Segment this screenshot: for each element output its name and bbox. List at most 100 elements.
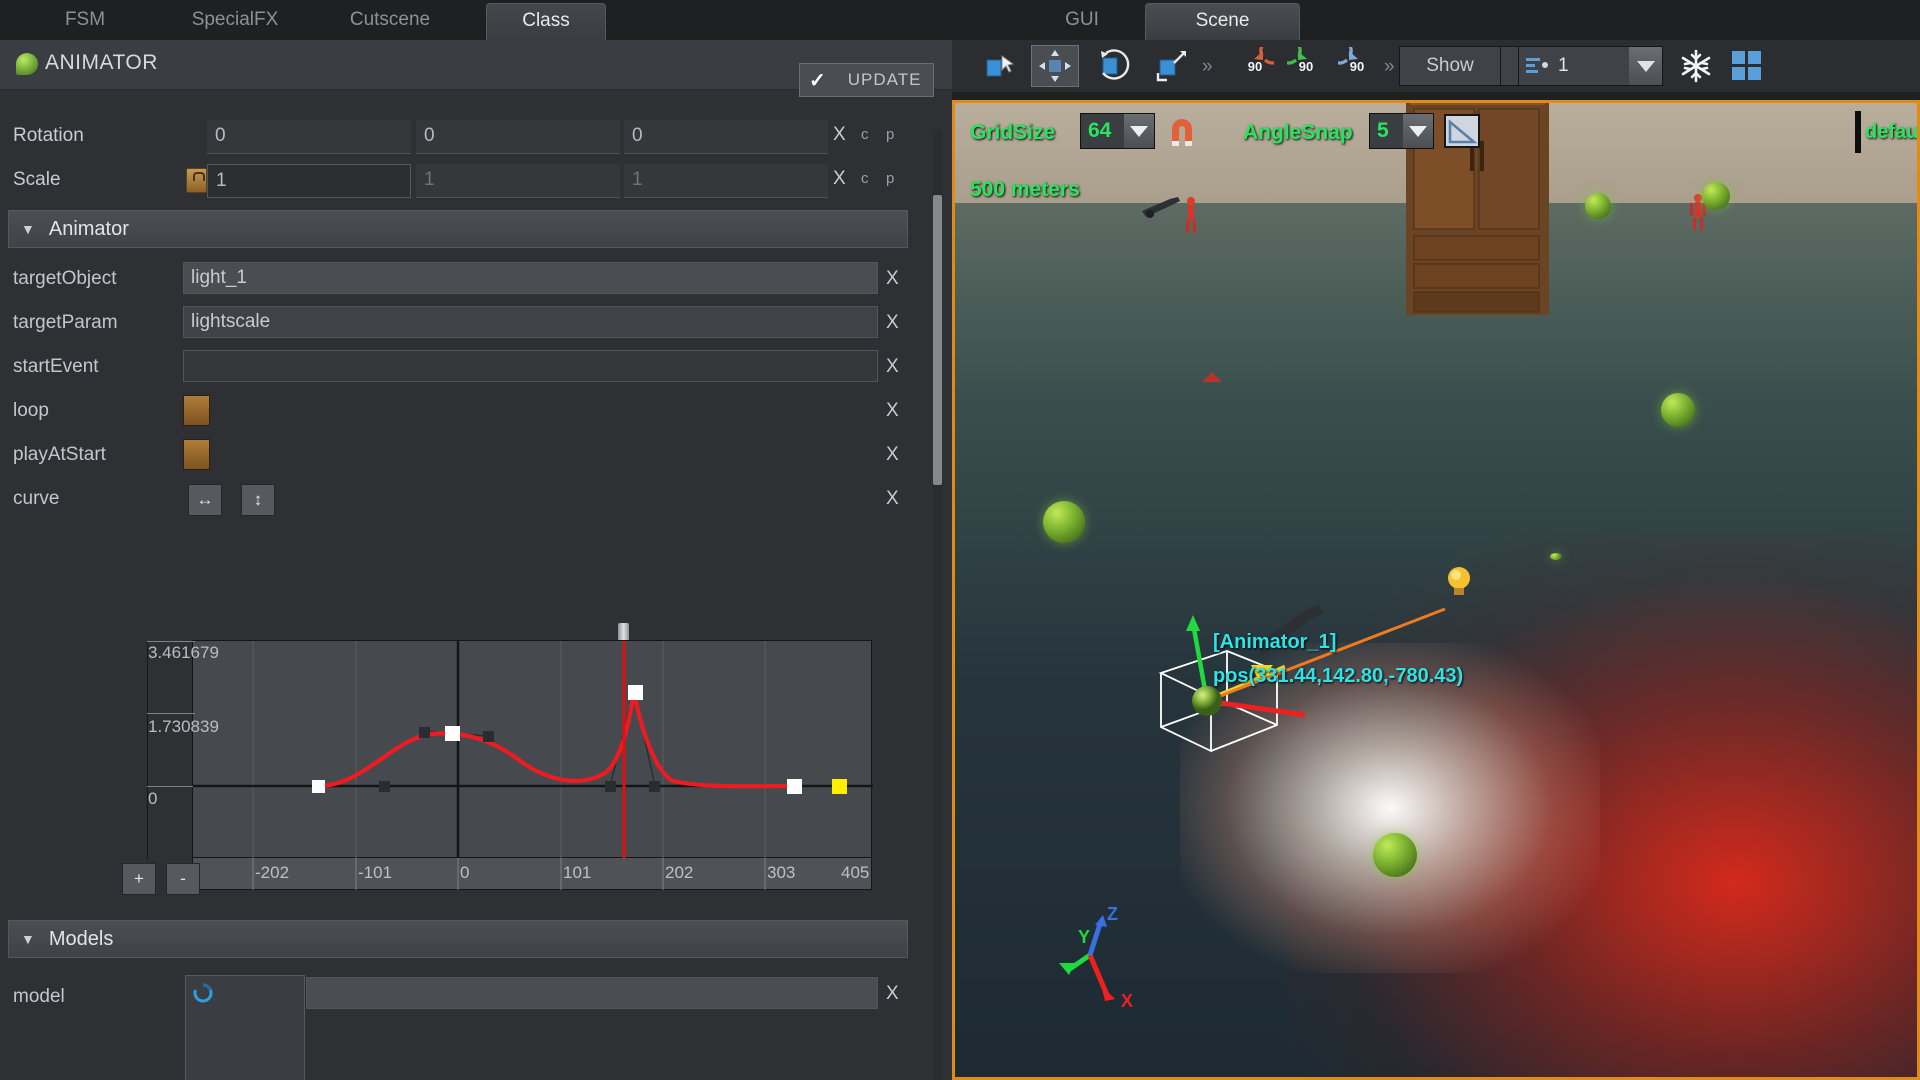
playatstart-clear-button[interactable]: X <box>886 444 899 466</box>
group-models-label: Models <box>48 927 114 950</box>
row-model-label: model <box>13 986 65 1007</box>
targetparam-clear-button[interactable]: X <box>886 312 899 334</box>
chevron-down-icon[interactable] <box>1403 114 1433 148</box>
curve-clear-button[interactable]: X <box>886 488 899 510</box>
magnet-icon[interactable] <box>1167 115 1197 147</box>
rotation-x-input[interactable]: 0 <box>207 120 411 154</box>
anglesnap-combo[interactable]: 5 <box>1369 113 1434 149</box>
chevron-down-icon: ▼ <box>21 221 35 237</box>
gridsize-label: GridSize <box>970 121 1056 144</box>
row-rotation-label: Rotation <box>13 125 84 146</box>
row-playatstart-label: playAtStart <box>13 444 106 465</box>
scale-y-input[interactable]: 1 <box>416 164 620 198</box>
grid-view-button[interactable] <box>1726 45 1768 87</box>
layers-icon <box>1526 58 1548 73</box>
row-scale: Scale 1 1 1 X c p <box>0 159 920 203</box>
sphere-object[interactable] <box>1373 833 1417 877</box>
model-input[interactable] <box>306 977 878 1009</box>
update-button[interactable]: ✓ UPDATE <box>799 63 934 97</box>
row-loop: loop X <box>0 389 920 433</box>
chevron-right-icon-1[interactable]: » <box>1202 56 1213 78</box>
layer-value: 1 <box>1558 55 1569 76</box>
gridsize-combo[interactable]: 64 <box>1080 113 1155 149</box>
group-header-models[interactable]: ▼ Models <box>8 920 908 958</box>
curve-editor[interactable]: 3.461679 1.730839 0 -202 -101 0 101 202 … <box>122 623 873 895</box>
chevron-down-icon[interactable] <box>1629 47 1662 85</box>
sphere-object[interactable] <box>1702 182 1730 210</box>
y-gridline-zero <box>147 786 195 787</box>
fit-horizontal-button[interactable]: ↔ <box>188 484 222 516</box>
show-button[interactable]: Show <box>1399 46 1501 86</box>
model-clear-button[interactable]: X <box>886 983 899 1005</box>
tab-cutscene[interactable]: Cutscene <box>320 3 460 40</box>
arrows-vertical-icon: ↕ <box>253 490 263 509</box>
scale-z-input[interactable]: 1 <box>624 164 828 198</box>
sphere-object[interactable] <box>1661 393 1695 427</box>
scene-viewport[interactable]: [Animator_1] pos(331.44,142.80,-780.43) … <box>952 100 1920 1080</box>
select-tool[interactable] <box>977 45 1021 87</box>
x-tick-label-1: -101 <box>358 863 393 882</box>
weapon-prop-2 <box>1200 370 1224 386</box>
row-playatstart: playAtStart X <box>0 433 920 477</box>
tab-specialfx[interactable]: SpecialFX <box>165 3 305 40</box>
group-header-animator[interactable]: ▼ Animator <box>8 210 908 248</box>
playatstart-checkbox[interactable] <box>183 439 210 470</box>
snowflake-icon <box>1681 49 1711 83</box>
scale-x-input[interactable]: 1 <box>207 164 411 198</box>
curve-graph <box>193 641 873 859</box>
angle-icon[interactable] <box>1444 114 1480 148</box>
tab-fsm[interactable]: FSM <box>30 3 140 40</box>
fit-vertical-button[interactable]: ↕ <box>241 484 275 516</box>
tab-scene[interactable]: Scene <box>1145 3 1300 40</box>
sphere-object[interactable] <box>1585 193 1611 219</box>
targetparam-input[interactable]: lightscale <box>183 306 878 338</box>
chevron-right-icon-2[interactable]: » <box>1384 56 1395 78</box>
tab-gui[interactable]: GUI <box>1027 3 1137 40</box>
selected-object-name: [Animator_1] <box>1213 631 1337 653</box>
rotation-paste-button[interactable]: p <box>886 126 894 143</box>
model-thumbnail[interactable] <box>185 975 305 1080</box>
camera-name-label: defaultC <box>1865 121 1919 143</box>
rotation-z-input[interactable]: 0 <box>624 120 828 154</box>
anglesnap-value: 5 <box>1377 119 1389 142</box>
rotation-copy-button[interactable]: c <box>861 126 869 143</box>
loop-checkbox[interactable] <box>183 395 210 426</box>
rotate-tool[interactable] <box>1089 45 1137 87</box>
curve-zoom-in-button[interactable]: + <box>122 863 156 895</box>
lock-icon[interactable] <box>186 168 207 193</box>
move-tool[interactable] <box>1031 45 1079 87</box>
x-tick-label-0: -202 <box>255 863 290 882</box>
rotate-x-90-button[interactable]: 90 <box>1233 45 1277 87</box>
sphere-object[interactable] <box>1043 501 1085 543</box>
row-curve: curve ↔ ↕ X <box>0 477 920 521</box>
rotate-y-90-button[interactable]: 90 <box>1284 45 1328 87</box>
curve-plot-area[interactable]: 3.461679 1.730839 0 <box>147 640 873 859</box>
row-targetobject-label: targetObject <box>13 268 117 289</box>
scale-paste-button[interactable]: p <box>886 170 894 187</box>
targetobject-input[interactable]: light_1 <box>183 262 878 294</box>
freeze-button[interactable] <box>1675 45 1717 87</box>
loop-clear-button[interactable]: X <box>886 400 899 422</box>
row-targetobject: targetObject light_1 X <box>0 257 920 301</box>
scale-tool[interactable] <box>1147 45 1195 87</box>
targetobject-clear-button[interactable]: X <box>886 268 899 290</box>
right-tab-strip: GUI Scene <box>952 0 1920 40</box>
tab-class[interactable]: Class <box>486 3 606 40</box>
row-rotation: Rotation 0 0 0 X c p <box>0 115 920 159</box>
rotation-y-input[interactable]: 0 <box>416 120 620 154</box>
layer-combo[interactable]: 1 <box>1518 46 1663 86</box>
light-bulb-icon[interactable] <box>1444 563 1474 603</box>
startevent-input[interactable] <box>183 350 878 382</box>
scale-copy-button[interactable]: c <box>861 170 869 187</box>
x-tick-label-4: 202 <box>665 863 694 882</box>
chevron-down-icon[interactable] <box>1124 114 1154 148</box>
arrows-horizontal-icon: ↔ <box>196 490 214 509</box>
startevent-clear-button[interactable]: X <box>886 356 899 378</box>
curve-x-axis[interactable]: -202 -101 0 101 202 303 405 <box>192 858 872 890</box>
green-orb-icon <box>16 53 38 75</box>
sphere-object-far[interactable] <box>1550 553 1562 560</box>
rotate-z-90-button[interactable]: 90 <box>1335 45 1379 87</box>
x-tick-label-5: 303 <box>767 863 796 882</box>
curve-zoom-out-button[interactable]: - <box>166 863 200 895</box>
check-icon: ✓ <box>809 69 826 92</box>
